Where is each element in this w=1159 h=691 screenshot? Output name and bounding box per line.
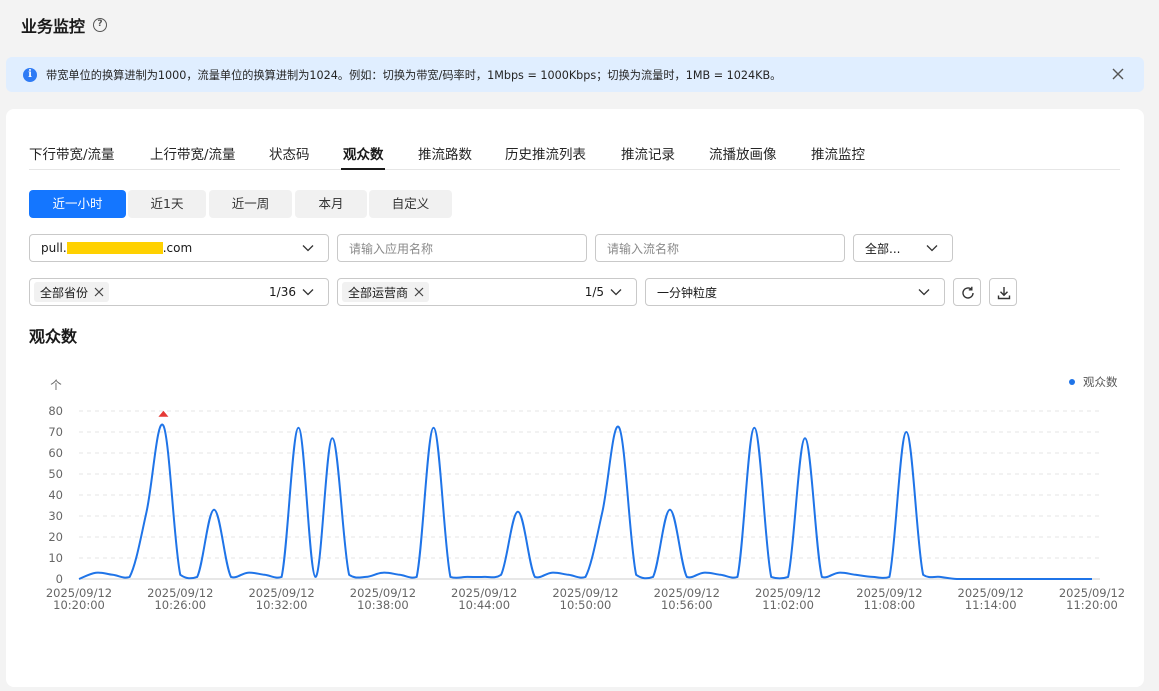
- y-tick-label: 0: [56, 572, 63, 586]
- x-tick-label: 2025/09/12 10:44:00: [451, 586, 517, 612]
- notice-text: 带宽单位的换算进制为1000，流量单位的换算进制为1024。例如：切换为带宽/码…: [46, 68, 782, 82]
- chart-legend[interactable]: 观众数: [1069, 375, 1118, 389]
- tab-push-streams[interactable]: 推流路数: [418, 143, 472, 163]
- viewer-count-chart: 01020304050607080个 2025/09/12 10:20:00202…: [46, 375, 1125, 612]
- legend-label: 观众数: [1083, 375, 1118, 389]
- y-axis: 0 10 20 30 40 50 60 70 80 个: [48, 378, 63, 586]
- isp-chip-label: 全部运营商: [348, 285, 409, 300]
- y-axis-unit: 个: [50, 378, 62, 392]
- range-last-hour[interactable]: 近一小时: [29, 190, 126, 218]
- protocol-value: 全部...: [865, 241, 901, 256]
- info-notice: i 带宽单位的换算进制为1000，流量单位的换算进制为1024。例如：切换为带宽…: [6, 57, 1144, 92]
- info-circle-icon: i: [23, 67, 37, 82]
- range-custom[interactable]: 自定义: [369, 190, 452, 218]
- download-icon: [997, 287, 1011, 300]
- x-tick-label: 2025/09/12 11:14:00: [958, 586, 1024, 612]
- page-title: 业务监控: [21, 17, 86, 36]
- app-name-input[interactable]: 请输入应用名称: [337, 234, 587, 262]
- x-axis: 2025/09/12 10:20:00 2025/09/12 10:26:00 2025…: [46, 586, 1125, 612]
- y-tick-label: 80: [48, 404, 63, 418]
- tab-stream-playback-profile[interactable]: 流播放画像: [709, 143, 777, 163]
- stream-name-input[interactable]: 请输入流名称: [595, 234, 845, 262]
- chevron-down-icon: [302, 289, 314, 296]
- domain-select[interactable]: pull. .com: [29, 234, 329, 262]
- province-count: 1/36: [269, 285, 296, 299]
- chart-grid: [79, 410, 1100, 580]
- series-line-viewers: [78, 423, 1092, 580]
- x-tick-label: 2025/09/12 10:50:00: [552, 586, 618, 612]
- domain-prefix: pull.: [41, 241, 67, 255]
- download-button[interactable]: [989, 278, 1017, 306]
- range-last-week[interactable]: 近一周: [209, 190, 292, 218]
- tab-uplink-bandwidth[interactable]: 上行带宽/流量: [150, 143, 236, 163]
- granularity-value: 一分钟粒度: [657, 285, 718, 300]
- chevron-down-icon: [302, 245, 314, 252]
- max-value-marker: [158, 410, 169, 417]
- tab-push-records[interactable]: 推流记录: [621, 143, 675, 163]
- isp-chip: 全部运营商: [342, 282, 430, 302]
- chevron-down-icon: [610, 289, 622, 296]
- chevron-down-icon: [926, 245, 938, 252]
- legend-dot: [1069, 379, 1075, 385]
- y-tick-label: 30: [48, 509, 63, 523]
- range-this-month[interactable]: 本月: [295, 190, 367, 218]
- province-chip: 全部省份: [34, 282, 110, 302]
- redacted-domain: [66, 242, 163, 254]
- refresh-button[interactable]: [953, 278, 981, 306]
- page-header: 业务监控 ?: [21, 14, 108, 36]
- x-tick-label: 2025/09/12 11:08:00: [856, 586, 922, 612]
- tab-viewers[interactable]: 观众数: [343, 143, 384, 163]
- question-circle-icon[interactable]: ?: [93, 18, 108, 32]
- tab-history-push-list[interactable]: 历史推流列表: [505, 143, 586, 163]
- close-icon[interactable]: [1110, 66, 1126, 82]
- y-tick-label: 70: [48, 425, 63, 439]
- domain-suffix: .com: [162, 241, 193, 255]
- chevron-down-icon: [918, 289, 930, 296]
- remove-chip-icon[interactable]: [94, 287, 104, 297]
- chart-section-title: 观众数: [29, 327, 78, 346]
- protocol-select[interactable]: 全部...: [853, 234, 953, 262]
- active-tab-indicator: [341, 168, 385, 170]
- x-tick-label: 2025/09/12 10:32:00: [248, 586, 314, 612]
- monitor-card: 下行带宽/流量 上行带宽/流量 状态码 观众数 推流路数 历史推流列表 推流记录…: [6, 109, 1144, 687]
- refresh-icon: [962, 286, 974, 299]
- province-chip-label: 全部省份: [40, 285, 89, 300]
- isp-select[interactable]: 全部运营商 1/5: [337, 278, 637, 306]
- x-tick-label: 2025/09/12 10:38:00: [350, 586, 416, 612]
- y-tick-label: 10: [48, 551, 63, 565]
- tab-bar: 下行带宽/流量 上行带宽/流量 状态码 观众数 推流路数 历史推流列表 推流记录…: [29, 140, 1120, 170]
- tab-status-code[interactable]: 状态码: [269, 143, 310, 163]
- granularity-select[interactable]: 一分钟粒度: [645, 278, 945, 306]
- x-tick-label: 2025/09/12 10:26:00: [147, 586, 213, 612]
- isp-count: 1/5: [584, 285, 604, 299]
- x-tick-label: 2025/09/12 11:02:00: [755, 586, 821, 612]
- y-tick-label: 60: [48, 446, 63, 460]
- tab-downlink-bandwidth[interactable]: 下行带宽/流量: [29, 143, 115, 163]
- province-select[interactable]: 全部省份 1/36: [29, 278, 329, 306]
- remove-chip-icon[interactable]: [414, 287, 424, 297]
- x-tick-label: 2025/09/12 10:56:00: [654, 586, 720, 612]
- y-tick-label: 40: [48, 488, 63, 502]
- range-last-day[interactable]: 近1天: [128, 190, 206, 218]
- x-tick-label: 2025/09/12 11:20:00: [1059, 586, 1125, 612]
- y-tick-label: 20: [48, 530, 63, 544]
- y-tick-label: 50: [48, 467, 63, 481]
- x-tick-label: 2025/09/12 10:20:00: [46, 586, 112, 612]
- tab-push-monitor[interactable]: 推流监控: [811, 143, 865, 163]
